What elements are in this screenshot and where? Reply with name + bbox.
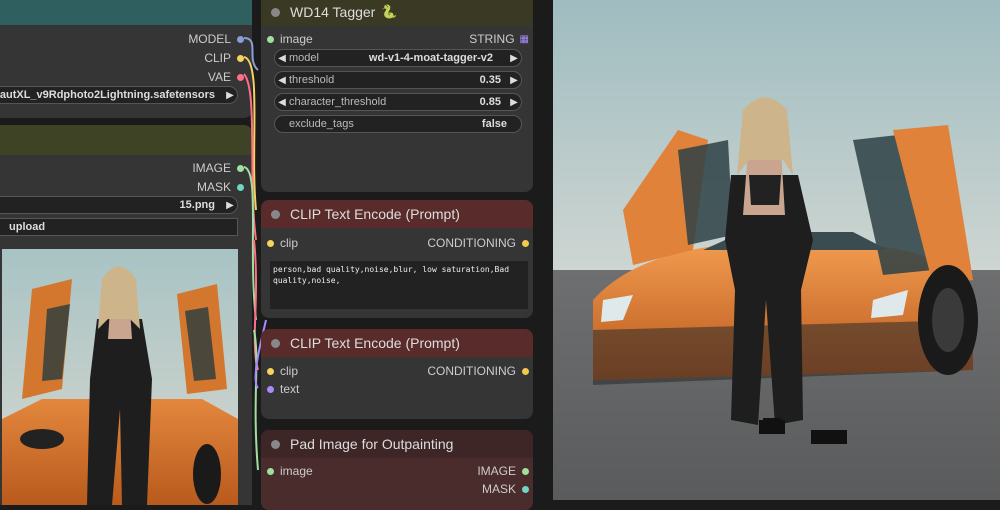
- clip-node-1-header[interactable]: CLIP Text Encode (Prompt): [261, 200, 533, 228]
- ckpt-name-combo[interactable]: nautXL_v9Rdphoto2Lightning.safetensors ▶: [0, 86, 238, 104]
- model-combo[interactable]: ◀ model wd-v1-4-moat-tagger-v2 ▶: [274, 49, 522, 67]
- node-status-dot: [271, 338, 280, 348]
- node-status-dot: [271, 7, 280, 17]
- node-status-dot: [271, 209, 280, 219]
- exclude-tags-field[interactable]: exclude_tags false: [274, 115, 522, 133]
- clip-node-2-header[interactable]: CLIP Text Encode (Prompt): [261, 329, 533, 357]
- character-threshold-slider[interactable]: ◀ character_threshold 0.85 ▶: [274, 93, 522, 111]
- pad-node-title: Pad Image for Outpainting: [290, 436, 454, 452]
- clip-text-encode-node-1[interactable]: CLIP Text Encode (Prompt) clip CONDITION…: [261, 200, 533, 318]
- output-mask[interactable]: MASK: [197, 180, 244, 194]
- clip-node-1-title: CLIP Text Encode (Prompt): [290, 206, 460, 222]
- mask-output-port[interactable]: [522, 485, 529, 493]
- clip-input-port[interactable]: [267, 239, 274, 247]
- clip-node-2-input-clip[interactable]: clip: [267, 364, 298, 378]
- pad-node-header[interactable]: Pad Image for Outpainting: [261, 430, 533, 458]
- output-model[interactable]: MODEL: [188, 32, 244, 46]
- pad-node-output-mask[interactable]: MASK: [482, 482, 529, 496]
- output-image[interactable]: IMAGE: [192, 161, 244, 175]
- image-output-port[interactable]: [522, 467, 529, 475]
- pad-node-input-image[interactable]: image: [267, 464, 313, 478]
- load-image-node-header[interactable]: [0, 125, 252, 155]
- upload-button[interactable]: upload: [0, 218, 238, 236]
- conditioning-port[interactable]: [522, 367, 529, 375]
- char-threshold-increment-icon[interactable]: ▶: [507, 97, 521, 108]
- threshold-slider[interactable]: ◀ threshold 0.35 ▶: [274, 71, 522, 89]
- checkpoint-node-header[interactable]: [0, 0, 252, 25]
- ckpt-next-arrow-icon[interactable]: ▶: [223, 90, 237, 101]
- panel-divider: [535, 0, 553, 500]
- tagger-output-string[interactable]: STRING ▦: [469, 32, 529, 46]
- clip-node-1-input-clip[interactable]: clip: [267, 236, 298, 250]
- preview-photo-illustration: [2, 249, 238, 505]
- output-image-preview: [553, 0, 1000, 500]
- prompt-textarea[interactable]: person,bad quality,noise,blur, low satur…: [270, 261, 528, 309]
- image-input-port[interactable]: [267, 35, 274, 43]
- node-status-dot: [271, 439, 280, 449]
- image-preview: [2, 249, 238, 505]
- string-port-icon[interactable]: ▦: [520, 34, 529, 45]
- tagger-title: WD14 Tagger: [290, 4, 376, 20]
- text-input-port[interactable]: [267, 385, 274, 393]
- snake-emoji-icon: 🐍: [381, 4, 398, 19]
- checkpoint-loader-node[interactable]: MODEL CLIP VAE nautXL_v9Rdphoto2Lightnin…: [0, 0, 252, 118]
- tagger-node-header[interactable]: WD14 Tagger 🐍: [261, 0, 533, 26]
- main-photo-illustration: [553, 0, 1000, 500]
- tagger-input-image[interactable]: image: [267, 32, 313, 46]
- char-threshold-decrement-icon[interactable]: ◀: [275, 97, 289, 108]
- image-name-combo[interactable]: 15.png ▶: [0, 196, 238, 214]
- conditioning-port[interactable]: [522, 239, 529, 247]
- clip-node-2-title: CLIP Text Encode (Prompt): [290, 335, 460, 351]
- model-next-arrow-icon[interactable]: ▶: [507, 53, 521, 64]
- load-image-node[interactable]: IMAGE MASK 15.png ▶ upload: [0, 125, 252, 505]
- pad-image-node[interactable]: Pad Image for Outpainting image IMAGE MA…: [261, 430, 533, 510]
- output-vae[interactable]: VAE: [208, 70, 244, 84]
- threshold-decrement-icon[interactable]: ◀: [275, 75, 289, 86]
- clip-node-2-input-text[interactable]: text: [267, 382, 299, 396]
- output-clip[interactable]: CLIP: [204, 51, 244, 65]
- pad-node-output-image[interactable]: IMAGE: [477, 464, 529, 478]
- wd14-tagger-node[interactable]: WD14 Tagger 🐍 image STRING ▦ ◀ model wd-…: [261, 0, 533, 192]
- image-input-port[interactable]: [267, 467, 274, 475]
- threshold-increment-icon[interactable]: ▶: [507, 75, 521, 86]
- clip-node-2-output-conditioning[interactable]: CONDITIONING: [427, 364, 529, 378]
- clip-input-port[interactable]: [267, 367, 274, 375]
- clip-text-encode-node-2[interactable]: CLIP Text Encode (Prompt) clip text COND…: [261, 329, 533, 419]
- image-next-arrow-icon[interactable]: ▶: [223, 200, 237, 211]
- clip-node-1-output-conditioning[interactable]: CONDITIONING: [427, 236, 529, 250]
- model-prev-arrow-icon[interactable]: ◀: [275, 53, 289, 64]
